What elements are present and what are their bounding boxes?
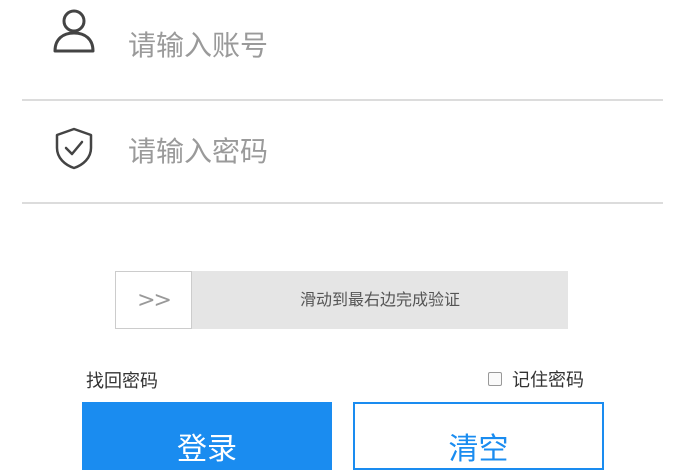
password-field-row <box>22 101 663 204</box>
slider-captcha: >> 滑动到最右边完成验证 <box>115 271 568 329</box>
double-chevron-right-icon: >> <box>137 287 172 313</box>
remember-password-checkbox[interactable] <box>488 372 502 386</box>
account-field-row <box>22 0 663 101</box>
clear-button-label: 清空 <box>448 432 509 467</box>
account-input[interactable] <box>128 29 608 62</box>
shield-check-icon <box>48 122 100 174</box>
remember-password-label: 记住密码 <box>512 370 584 391</box>
forgot-password-link[interactable]: 找回密码 <box>86 367 158 393</box>
password-input[interactable] <box>128 135 608 168</box>
clear-button[interactable]: 清空 <box>353 402 604 470</box>
remember-password[interactable]: 记住密码 <box>488 366 584 392</box>
user-icon <box>48 4 100 56</box>
slider-instruction-text: 滑动到最右边完成验证 <box>299 290 460 309</box>
login-button[interactable]: 登录 <box>82 402 332 470</box>
login-button-label: 登录 <box>177 432 237 467</box>
slider-handle[interactable]: >> <box>115 271 192 329</box>
